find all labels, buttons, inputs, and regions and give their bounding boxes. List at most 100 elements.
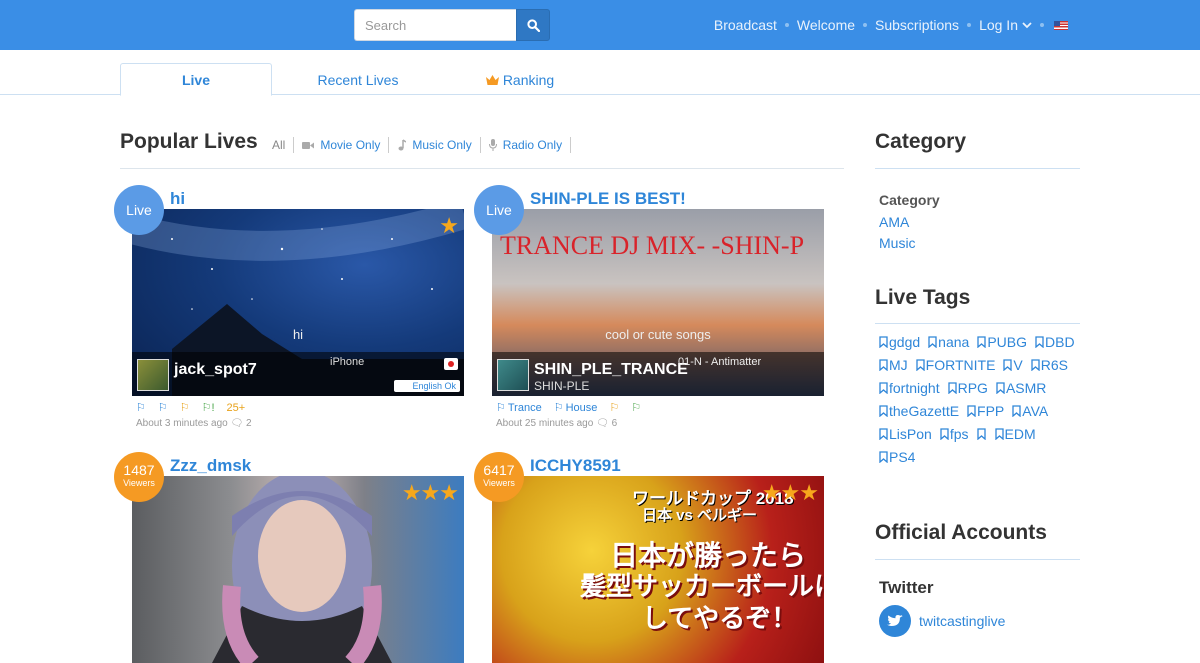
rating-stars: ★★★ <box>761 480 819 505</box>
crown-icon <box>485 74 499 85</box>
nav-welcome[interactable]: Welcome <box>797 17 855 33</box>
live-thumbnail[interactable]: TRANCE DJ MIX- -SHIN-P cool or cute song… <box>492 209 824 396</box>
comment-icon: 🗨 <box>230 418 244 429</box>
live-thumbnail[interactable]: ★★★ <box>132 476 464 663</box>
bookmark-icon <box>1035 336 1044 348</box>
live-tag[interactable]: ASMR <box>996 379 1046 397</box>
live-thumbnail[interactable]: ★ hi jack_spot7 iPhone English Ok <box>132 209 464 396</box>
avatar[interactable] <box>137 359 169 391</box>
banner-text: TRANCE DJ MIX- -SHIN-P <box>500 231 805 260</box>
nav-broadcast[interactable]: Broadcast <box>714 17 777 33</box>
star-icon: ★ <box>439 213 459 238</box>
us-flag-icon[interactable] <box>1054 20 1068 30</box>
filter-movie-label[interactable]: Movie Only <box>320 138 380 152</box>
language-badge: English Ok <box>394 380 460 392</box>
live-tag-label: ASMR <box>1005 380 1047 396</box>
live-title[interactable]: ICCHY8591 <box>530 456 621 476</box>
search-form <box>354 9 550 41</box>
bookmark-icon[interactable]: ⚐ <box>136 401 146 414</box>
bookmark-icon[interactable]: ⚐ <box>609 401 619 414</box>
bookmark-icon[interactable]: ⚐! <box>202 401 215 414</box>
viewer-count: 1487 <box>123 462 155 478</box>
live-title[interactable]: hi <box>170 189 185 209</box>
device-label: iPhone <box>330 356 365 368</box>
live-tag[interactable]: PS4 <box>879 448 915 466</box>
tab-ranking-label: Ranking <box>502 71 555 88</box>
live-tag[interactable]: FPP <box>967 402 1004 420</box>
bookmark-icon <box>879 336 888 348</box>
live-tag[interactable]: V <box>1003 356 1023 374</box>
bookmark-icon[interactable]: ⚐ <box>631 401 641 414</box>
filter-music-label[interactable]: Music Only <box>412 138 471 152</box>
filter-all-label: All <box>272 138 286 152</box>
age-limit-badge: 25+ <box>226 401 246 414</box>
filter-all[interactable]: All <box>272 137 295 153</box>
live-tag-label: RPG <box>957 380 988 396</box>
live-tag[interactable]: fortnight <box>879 379 940 397</box>
viewers-label: Viewers <box>123 478 155 488</box>
live-tag[interactable]: nana <box>928 333 969 351</box>
live-tag[interactable]: theGazettE <box>879 402 959 420</box>
live-tag[interactable]: FORTNITE <box>916 356 995 374</box>
bookmark-icon[interactable]: ⚐ <box>180 401 190 414</box>
live-thumbnail[interactable]: ワールドカップ 2018 日本 vs ベルギー 日本が勝ったら 髪型サッカーボー… <box>492 476 824 663</box>
official-accounts-title: Official Accounts <box>875 521 1047 544</box>
live-tag[interactable]: EDM <box>994 425 1036 443</box>
viewers-label: Viewers <box>483 478 515 488</box>
tag-trance[interactable]: ⚐ Trance <box>496 401 542 415</box>
comment-icon: 🗨 <box>596 418 609 429</box>
live-tag-label: theGazettE <box>889 403 960 419</box>
live-tag[interactable] <box>976 425 987 443</box>
live-tag[interactable]: PUBG <box>977 333 1027 351</box>
live-tag[interactable]: LisPon <box>879 425 932 443</box>
live-tag[interactable]: MJ <box>879 356 908 374</box>
live-tag[interactable]: DBD <box>1035 333 1075 351</box>
filter-music[interactable]: Music Only <box>389 137 481 153</box>
avatar[interactable] <box>497 359 529 391</box>
live-tag[interactable]: fps <box>940 425 969 443</box>
music-note-icon <box>398 139 407 151</box>
tag-cloud: gdgd nana PUBG DBD MJ FORTNITE V R6S fortnight RP… <box>879 333 1079 466</box>
live-tag-label: fortnight <box>889 380 940 396</box>
live-tag-label: FPP <box>977 403 1005 419</box>
tab-ranking[interactable]: Ranking <box>444 63 596 96</box>
filter-radio[interactable]: Radio Only <box>481 137 572 153</box>
filter-bar: All Movie Only Music Only Radio Only <box>272 137 572 153</box>
live-tag[interactable]: RPG <box>947 379 988 397</box>
microphone-icon <box>488 139 497 151</box>
search-button[interactable] <box>516 9 550 41</box>
live-tag-label: DBD <box>1045 334 1075 350</box>
live-title[interactable]: SHIN-PLE IS BEST! <box>530 189 686 209</box>
filter-radio-label[interactable]: Radio Only <box>503 138 562 152</box>
time-ago: About 25 minutes ago <box>496 418 594 429</box>
sidebar-divider <box>875 323 1080 324</box>
bookmark-icon <box>879 428 888 440</box>
viewers-badge: 1487 Viewers <box>114 452 164 502</box>
live-badge: Live <box>114 185 164 235</box>
bookmark-icon[interactable]: ⚐ <box>158 401 168 414</box>
tag-house[interactable]: ⚐ House <box>554 401 598 415</box>
nav-subscriptions[interactable]: Subscriptions <box>875 17 959 33</box>
live-tag[interactable]: gdgd <box>879 333 920 351</box>
twitter-link[interactable]: twitcastinglive <box>879 605 1005 637</box>
tab-recent-lives[interactable]: Recent Lives <box>282 63 434 96</box>
category-ama[interactable]: AMA <box>879 214 909 230</box>
login-dropdown[interactable]: Log In <box>979 17 1032 33</box>
bookmark-icon <box>976 428 986 440</box>
login-label: Log In <box>979 17 1018 33</box>
nav-separator <box>784 23 789 27</box>
live-tag-label: LisPon <box>889 426 932 442</box>
bookmark-icon <box>996 382 1005 394</box>
search-input[interactable] <box>354 9 516 41</box>
category-music[interactable]: Music <box>879 235 916 251</box>
tab-live[interactable]: Live <box>120 63 272 96</box>
live-tag[interactable]: R6S <box>1031 356 1068 374</box>
live-tag[interactable]: AVA <box>1012 402 1048 420</box>
bookmark-icon <box>1031 359 1040 371</box>
live-title[interactable]: Zzz_dmsk <box>170 456 251 476</box>
twitter-label: Twitter <box>879 578 934 597</box>
filter-movie[interactable]: Movie Only <box>294 137 390 153</box>
broadcaster-name[interactable]: SHIN_PLE_TRANCE <box>534 361 688 379</box>
bookmark-icon <box>947 382 957 394</box>
broadcaster-name[interactable]: jack_spot7 <box>174 361 257 379</box>
